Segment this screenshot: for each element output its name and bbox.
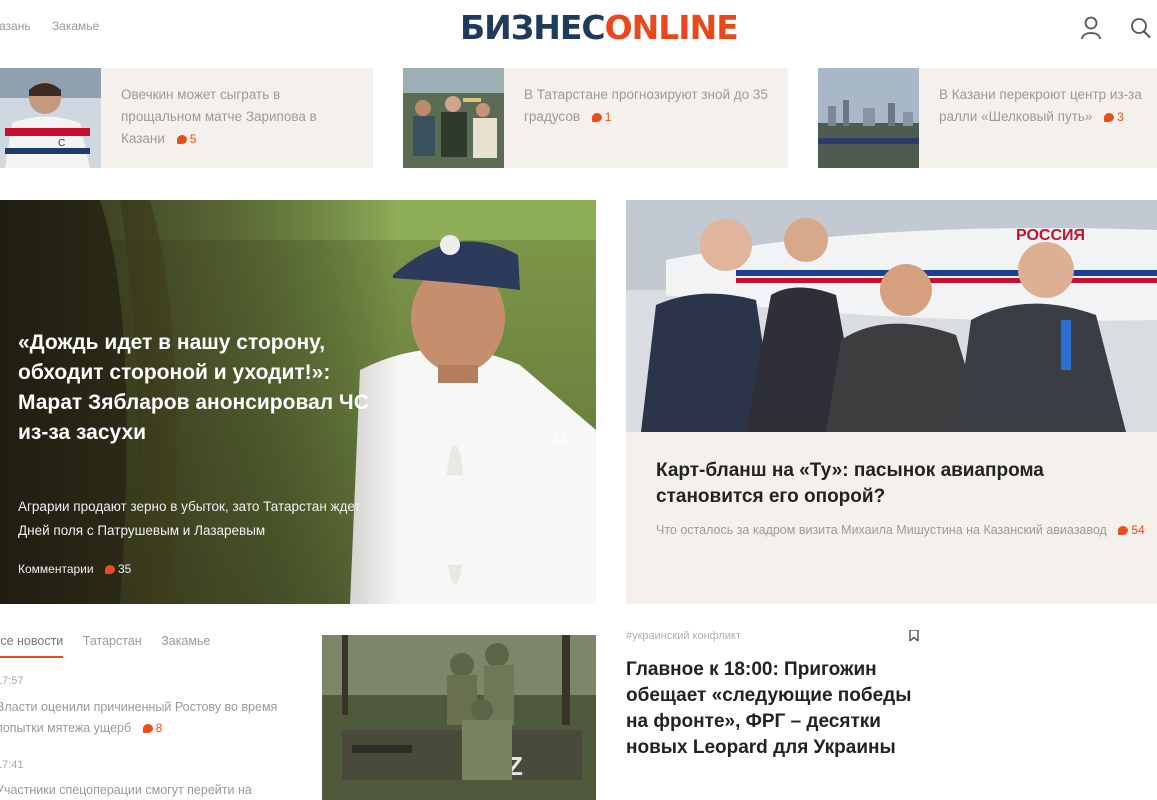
news-item[interactable]: Власти оценили причиненный Ростову во вр… (0, 697, 296, 739)
comment-count: 54 (1131, 523, 1145, 537)
comment-icon (176, 135, 187, 144)
article-tag[interactable]: #украинский конфликт (626, 630, 741, 642)
hero-right-subtitle-text: Что осталось за кадром визита Михаила Ми… (656, 523, 1107, 537)
hero-right-subtitle: Что осталось за кадром визита Михаила Ми… (656, 523, 1146, 537)
hero-left-comments[interactable]: Комментарии 35 (18, 562, 131, 576)
tab-tatarstan[interactable]: Татарстан (83, 634, 142, 656)
strip-headline: В Татарстане прогнозируют зной до 35 гра… (524, 87, 768, 124)
user-icon[interactable] (1080, 16, 1102, 40)
svg-text:C: C (58, 138, 65, 149)
comment-count: 3 (1117, 110, 1124, 124)
nav-item-kazan[interactable]: Казань (0, 19, 31, 33)
header-nav: Казань Закамье (0, 19, 117, 33)
kazan-city-photo (818, 68, 919, 168)
site-logo[interactable]: БИЗНЕСONLINE (460, 8, 739, 47)
comments-label: Комментарии (18, 562, 94, 576)
strip-text: В Казани перекроют центр из-за ралли «Ше… (939, 84, 1145, 128)
soldiers-photo: Z (322, 635, 596, 800)
hero-right-article[interactable]: РОССИЯ Карт-бланш на «Ту»: пасынок авиап… (626, 200, 1157, 604)
strip-card-ovechkin[interactable]: C Овечкин может сыграть в прощальном мат… (0, 68, 373, 168)
news-tabs: Все новости Татарстан Закамье (0, 634, 226, 658)
nav-item-zakamye[interactable]: Закамье (52, 19, 99, 33)
comment-count: 35 (117, 562, 132, 576)
strip-headline: Овечкин может сыграть в прощальном матче… (121, 87, 317, 146)
hero-left-article[interactable]: «Дождь идет в нашу сторону, обходит стор… (0, 200, 596, 604)
strip-card-rally[interactable]: В Казани перекроют центр из-за ралли «Ше… (818, 68, 1157, 168)
comment-count: 1 (604, 110, 612, 124)
news-time: 17:41 (0, 759, 24, 771)
tab-all-news[interactable]: Все новости (0, 634, 64, 658)
bookmark-icon[interactable] (909, 630, 919, 641)
strip-card-heat[interactable]: В Татарстане прогнозируют зной до 35 гра… (403, 68, 788, 168)
news-text: Участники спецоперации смогут перейти на (0, 783, 252, 797)
comment-icon (591, 113, 602, 122)
comment-icon (142, 724, 153, 733)
search-icon[interactable] (1130, 16, 1152, 40)
comment-count: 8 (155, 721, 163, 735)
logo-part2: ONLINE (604, 8, 739, 47)
hero-left-title[interactable]: «Дождь идет в нашу сторону, обходит стор… (18, 328, 378, 448)
officials-plane-photo: РОССИЯ (626, 200, 1157, 432)
crowd-photo (403, 68, 504, 168)
news-item[interactable]: Участники спецоперации смогут перейти на (0, 780, 296, 800)
news-time: 17:57 (0, 675, 24, 687)
ovechkin-photo: C (0, 68, 101, 168)
logo-part1: БИЗНЕС (460, 8, 606, 47)
hero-left-subtitle: Аграрии продают зерно в убыток, зато Тат… (18, 499, 361, 538)
comment-icon (1104, 113, 1115, 122)
hero-right-title[interactable]: Карт-бланш на «Ту»: пасынок авиапрома ст… (656, 458, 1126, 510)
bookmark-icon[interactable] (555, 433, 565, 444)
strip-text: В Татарстане прогнозируют зной до 35 гра… (524, 84, 776, 128)
site-header: Казань Закамье БИЗНЕСONLINE (0, 0, 1157, 58)
comment-count: 5 (189, 132, 197, 146)
comment-icon (104, 565, 115, 574)
strip-text: Овечкин может сыграть в прощальном матче… (121, 84, 361, 150)
svg-text:РОССИЯ: РОССИЯ (1016, 227, 1085, 244)
tab-zakamye[interactable]: Закамье (161, 634, 210, 656)
news-text: Власти оценили причиненный Ростову во вр… (0, 700, 278, 735)
bottom-article-title[interactable]: Главное к 18:00: Пригожин обещает «следу… (626, 657, 926, 761)
comment-icon (1118, 526, 1129, 535)
